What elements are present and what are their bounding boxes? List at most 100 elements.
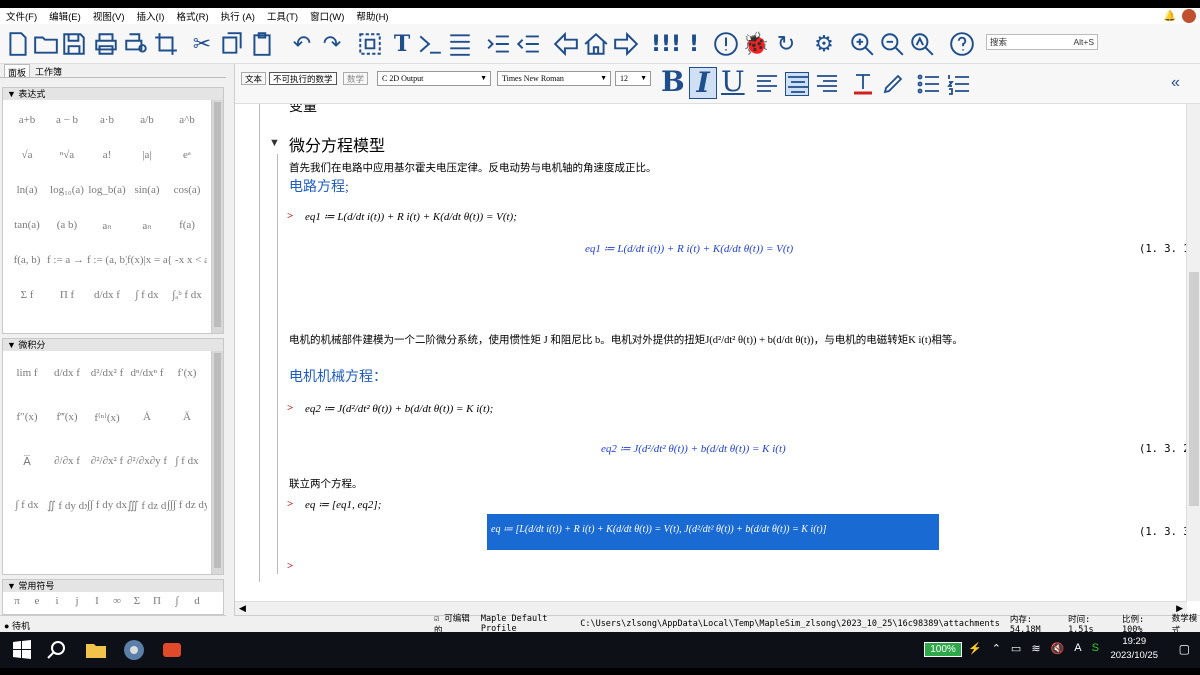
search-input[interactable]: 搜索 Alt+S <box>986 34 1098 50</box>
zoom-in-icon[interactable] <box>848 30 876 58</box>
palette-item[interactable]: f := (a, b) → z <box>87 254 127 266</box>
scroll-left-icon[interactable]: ◀ <box>239 603 246 614</box>
palette-item[interactable]: I <box>87 595 107 607</box>
bullet-list-icon[interactable] <box>917 72 941 96</box>
palette-item[interactable]: f‴(x) <box>47 411 87 423</box>
zoom-out-icon[interactable] <box>878 30 906 58</box>
palette-item[interactable]: f(a, b) <box>7 254 47 266</box>
palette-item[interactable]: π <box>7 595 27 607</box>
notification-icon[interactable]: ▢ <box>1179 642 1190 656</box>
palette-item[interactable]: ⁿ√a <box>47 149 87 161</box>
palette-item[interactable]: ln(a) <box>7 184 47 196</box>
palette-item[interactable]: ∫ f dx <box>7 499 47 511</box>
palette-item[interactable]: aₙ <box>87 219 127 232</box>
palette-item[interactable]: sin(a) <box>127 184 167 196</box>
palette-item[interactable]: ∫ₐᵇ f dx <box>167 289 207 301</box>
palette-item[interactable]: e <box>27 595 47 607</box>
palette-item[interactable]: √a <box>7 149 47 161</box>
palette-item[interactable]: Σ f <box>7 289 47 301</box>
stop-icon[interactable] <box>712 30 740 58</box>
palette-item[interactable]: Ȧ <box>127 411 167 423</box>
palette-item[interactable]: f″(x) <box>7 411 47 423</box>
prompt-empty[interactable]: > <box>287 560 293 572</box>
palette-item[interactable]: a+b <box>7 114 47 126</box>
palette-item[interactable]: d/dx f <box>47 367 87 379</box>
palette-item[interactable]: tan(a) <box>7 219 47 231</box>
app-tray-icon[interactable]: S <box>1092 642 1099 655</box>
palette-item[interactable]: cos(a) <box>167 184 207 196</box>
crop-icon[interactable] <box>152 30 180 58</box>
palette-item[interactable]: Π f <box>47 289 87 301</box>
help-icon[interactable] <box>948 30 976 58</box>
document-vertical-scrollbar[interactable] <box>1186 104 1200 601</box>
ime-indicator[interactable]: A <box>1074 642 1081 655</box>
save-icon[interactable] <box>60 30 88 58</box>
expression-scrollbar[interactable] <box>211 100 223 333</box>
palette-item[interactable]: d²/dx² f <box>87 367 127 379</box>
palette-item[interactable]: ∫ f dx <box>167 455 207 467</box>
prompt-outer[interactable]: > <box>255 596 261 599</box>
menu-insert[interactable]: 插入(I) <box>130 9 170 23</box>
network-icon[interactable]: ▭ <box>1011 642 1021 655</box>
palette-item[interactable]: f(x)|x = a <box>127 254 167 266</box>
palette-item[interactable]: ∂²/∂x² f <box>87 455 127 467</box>
palette-item[interactable]: ∭ f dz dy dx <box>127 499 167 512</box>
home-icon[interactable] <box>582 30 610 58</box>
volume-icon[interactable]: 🔇 <box>1051 642 1065 655</box>
palette-item[interactable]: f := a → y <box>47 254 87 266</box>
palette-item[interactable]: aₙ <box>127 219 167 232</box>
palette-item[interactable]: ∂²/∂x∂y f <box>127 455 167 467</box>
paste-icon[interactable] <box>248 30 276 58</box>
menu-view[interactable]: 视图(V) <box>87 9 131 23</box>
palette-item[interactable]: log₁₀(a) <box>47 184 87 196</box>
paragraph-icon[interactable] <box>446 30 474 58</box>
menu-evaluate[interactable]: 执行 (A) <box>215 9 261 23</box>
palette-item[interactable]: a^b <box>167 114 207 126</box>
maplesim-icon[interactable] <box>122 638 146 662</box>
palette-item[interactable]: A⃛ <box>7 455 47 468</box>
palette-item[interactable]: ∫∫∫ f dz dy dx <box>167 499 207 511</box>
palette-item[interactable]: |a| <box>127 149 167 161</box>
execution-group-icon[interactable] <box>356 30 384 58</box>
palette-item[interactable]: ∂/∂x f <box>47 455 87 467</box>
palette-item[interactable]: a/b <box>127 114 167 126</box>
gear-icon[interactable]: ⚙ <box>810 30 838 58</box>
math-mode-button[interactable]: 数学 <box>343 72 369 85</box>
palette-item[interactable]: lim f <box>7 367 47 379</box>
clock[interactable]: 19:29 2023/10/25 <box>1110 635 1158 663</box>
windows-start-icon[interactable] <box>10 638 34 662</box>
forward-arrow-icon[interactable] <box>612 30 640 58</box>
palette-item[interactable]: ∫ f dx <box>127 289 167 301</box>
output-mode-select[interactable]: C 2D Output <box>377 71 491 86</box>
palette-item[interactable]: Ä <box>167 411 207 423</box>
palette-item[interactable]: f⁽ⁿ⁾(x) <box>87 411 127 424</box>
eq1-input[interactable]: eq1 ≔ L(d/dt i(t)) + R i(t) + K(d/dt θ(t… <box>305 210 517 223</box>
editable-checkbox[interactable]: ☑ 可编辑的 <box>434 612 471 632</box>
palette-item[interactable]: (a b) <box>47 219 87 231</box>
palette-item[interactable]: a·b <box>87 114 127 126</box>
print-preview-icon[interactable] <box>122 30 150 58</box>
align-right-icon[interactable] <box>815 72 839 96</box>
palette-item[interactable]: ∫∫ f dy dx <box>87 499 127 511</box>
menu-window[interactable]: 窗口(W) <box>304 9 350 23</box>
palette-item[interactable]: i <box>47 595 67 607</box>
palette-item[interactable]: ∞ <box>107 595 127 607</box>
copy-icon[interactable] <box>218 30 246 58</box>
restart-icon[interactable]: ↻ <box>772 30 800 58</box>
execute-all-icon[interactable]: !!! <box>651 30 681 58</box>
eq2-input[interactable]: eq2 ≔ J(d²/dt² θ(t)) + b(d/dt θ(t)) = K … <box>305 402 493 415</box>
undo-icon[interactable]: ↶ <box>288 30 316 58</box>
redo-icon[interactable]: ↷ <box>318 30 346 58</box>
palette-item[interactable]: d <box>187 595 207 607</box>
indent-icon[interactable] <box>484 30 512 58</box>
battery-indicator[interactable]: 100% <box>924 642 962 657</box>
palette-item[interactable]: f(a) <box>167 219 207 231</box>
align-center-icon[interactable] <box>785 72 809 96</box>
palette-item[interactable]: a! <box>87 149 127 161</box>
palette-item[interactable]: { -x x < a ; x x ≥ a <box>167 254 207 266</box>
menu-format[interactable]: 格式(R) <box>170 9 214 23</box>
plug-icon[interactable]: ⚡ <box>968 642 982 655</box>
zoom-fit-icon[interactable] <box>908 30 936 58</box>
italic-button[interactable]: I <box>689 67 717 99</box>
calculus-scrollbar[interactable] <box>211 351 223 574</box>
